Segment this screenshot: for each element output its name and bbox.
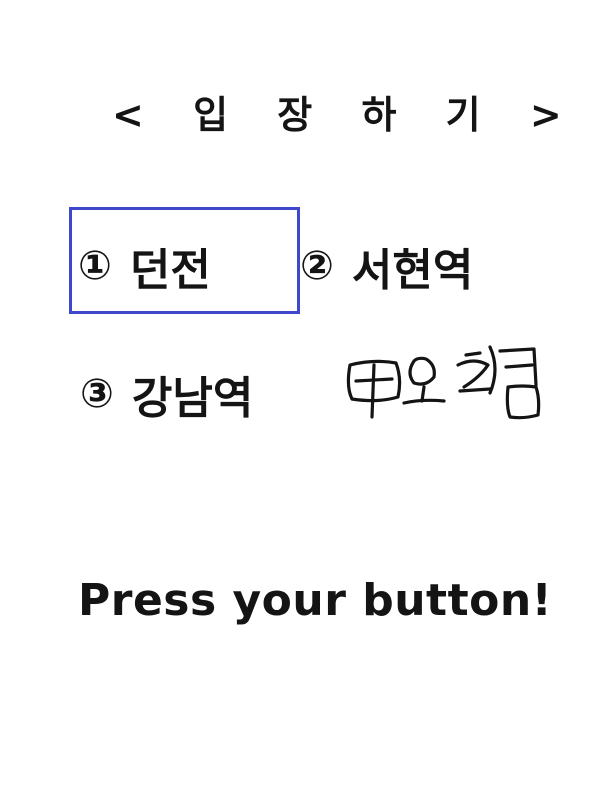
- option-dungeon-button[interactable]: ① 던전: [78, 234, 211, 298]
- press-button-prompt: Press your button!: [78, 575, 553, 626]
- option-label: 서현역: [351, 245, 474, 296]
- option-label: 던전: [129, 245, 211, 296]
- option-number: ②: [300, 243, 334, 289]
- handwritten-scribble: [346, 345, 541, 420]
- option-seohyeon-station-button[interactable]: ② 서현역: [300, 234, 473, 298]
- option-label: 강남역: [131, 373, 254, 424]
- option-number: ①: [78, 243, 112, 289]
- page-title: < 입 장 하 기 >: [112, 93, 580, 137]
- option-gangnam-station-button[interactable]: ③ 강남역: [80, 362, 253, 426]
- option-number: ③: [80, 371, 114, 417]
